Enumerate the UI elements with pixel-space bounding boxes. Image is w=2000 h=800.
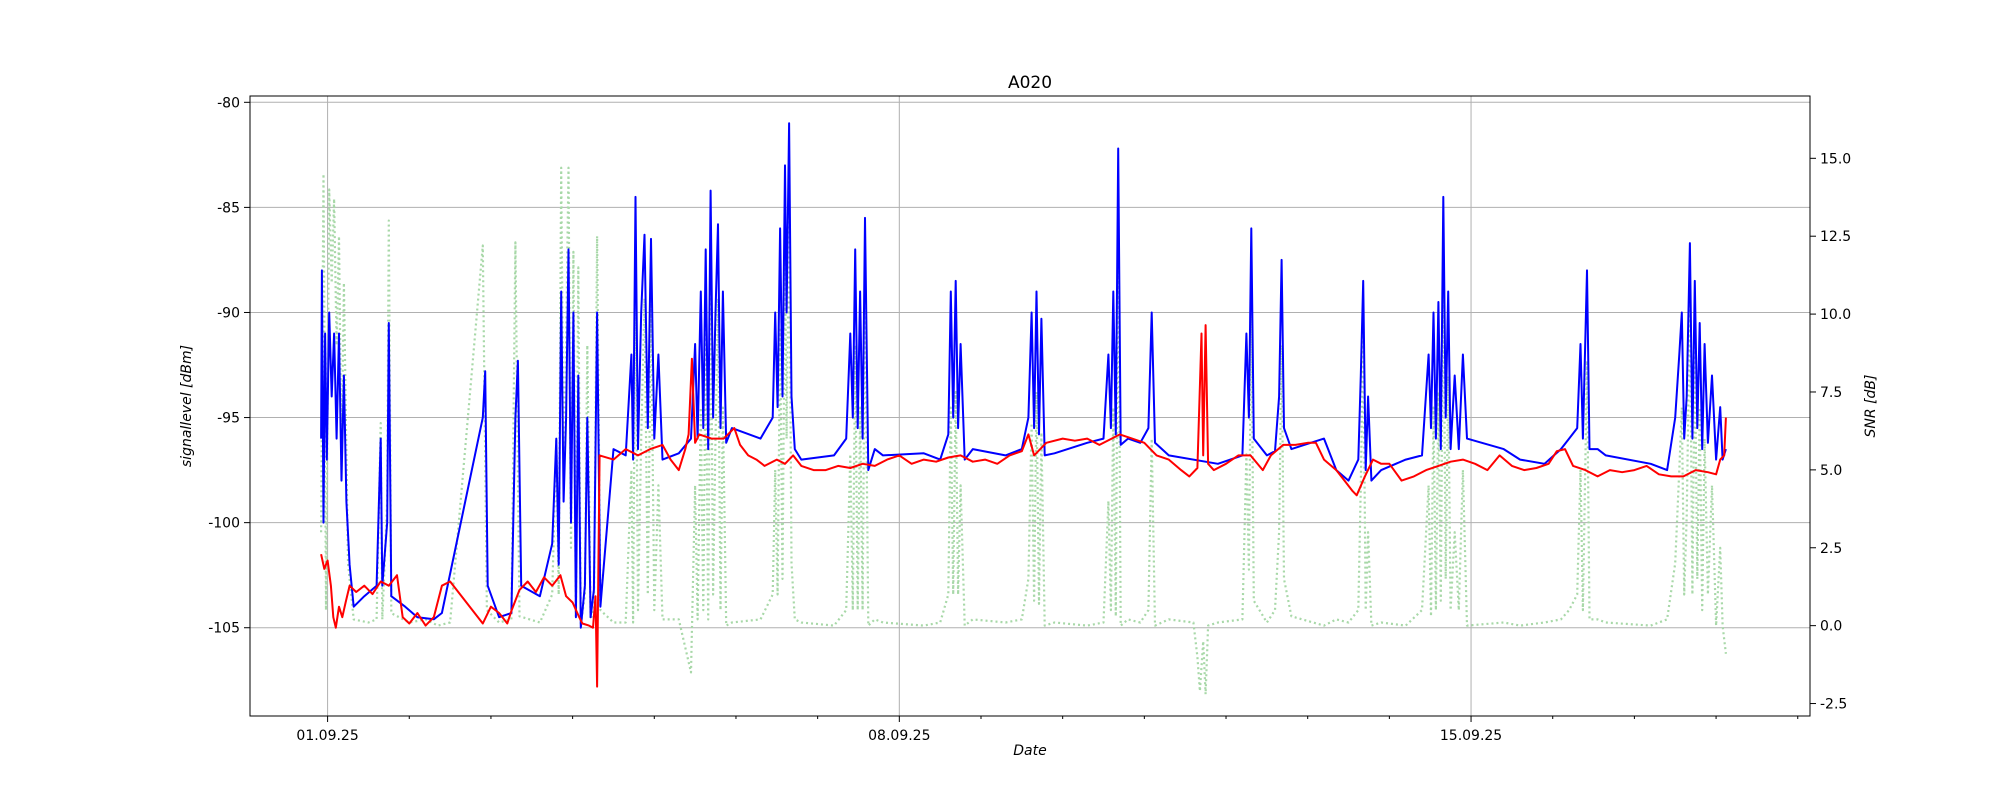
y2-axis-label: SNR [dB] — [1863, 375, 1879, 438]
x-tick-label: 15.09.25 — [1440, 728, 1502, 744]
figure-background — [0, 0, 2000, 800]
y2-tick-label: 15.0 — [1820, 151, 1851, 167]
y2-tick-label: 5.0 — [1820, 463, 1842, 479]
y2-tick-label: 2.5 — [1820, 541, 1842, 557]
y-tick-label: -80 — [217, 95, 240, 111]
y-tick-label: -100 — [208, 516, 240, 532]
y2-tick-label: 10.0 — [1820, 307, 1851, 323]
y-tick-label: -105 — [208, 621, 240, 637]
x-axis-label: Date — [1013, 743, 1046, 759]
y-tick-label: -95 — [217, 411, 240, 427]
y-tick-label: -85 — [217, 200, 240, 216]
y-tick-label: -90 — [217, 305, 240, 321]
x-tick-label: 01.09.25 — [296, 728, 358, 744]
y2-tick-label: -2.5 — [1820, 697, 1847, 713]
y2-tick-label: 0.0 — [1820, 619, 1842, 635]
y-axis-label: signallevel [dBm] — [179, 345, 195, 467]
chart-svg: 01.09.25 08.09.25 15.09.25 -80 -85 -90 -95 -100… — [0, 0, 2000, 800]
chart-title: A020 — [1008, 73, 1052, 93]
y2-tick-label: 12.5 — [1820, 229, 1851, 245]
chart-figure: 01.09.25 08.09.25 15.09.25 -80 -85 -90 -95 -100… — [0, 0, 2000, 800]
x-tick-label: 08.09.25 — [868, 728, 930, 744]
y2-tick-label: 7.5 — [1820, 385, 1842, 401]
